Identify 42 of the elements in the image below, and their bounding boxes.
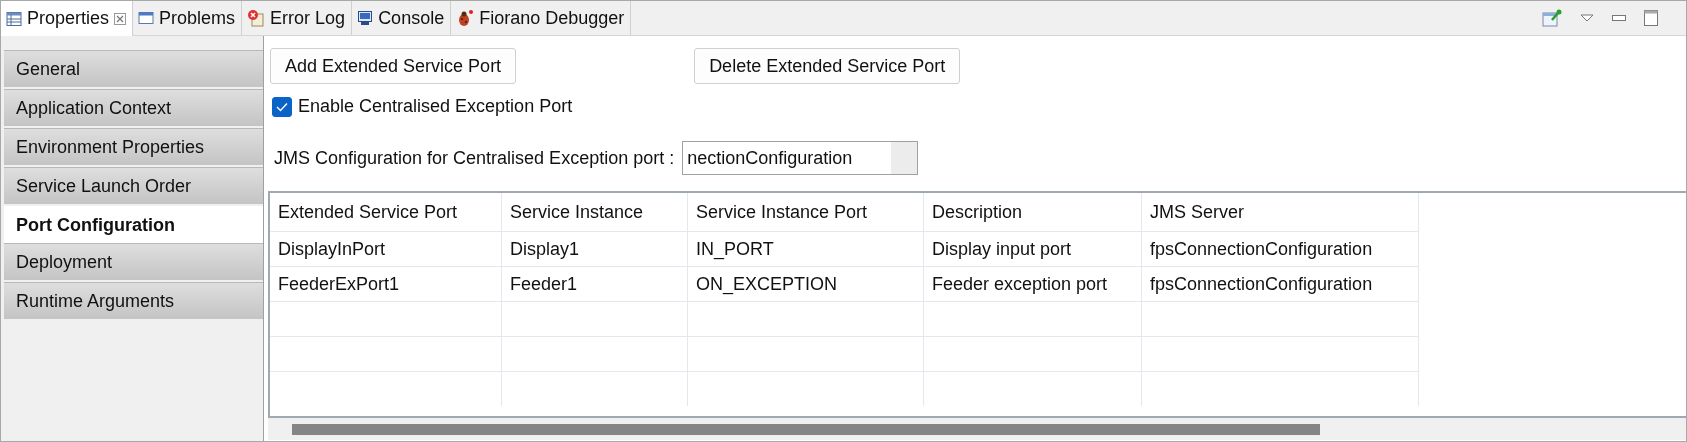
sidebar-item[interactable]: Runtime Arguments [4, 282, 263, 321]
monitor-icon [357, 10, 374, 26]
maximize-icon[interactable] [1644, 10, 1658, 26]
error-log-icon [247, 9, 266, 27]
view-tab[interactable]: Properties [1, 1, 134, 36]
table-cell: Display input port [923, 231, 1142, 267]
table-cell: ON_EXCEPTION [687, 266, 924, 302]
column-header: Extended Service Port [270, 193, 502, 232]
window-icon [138, 10, 155, 26]
table-cell: FeederExPort1 [270, 266, 502, 302]
sidebar-item[interactable]: Application Context [4, 89, 263, 128]
column-header: JMS Server [1141, 193, 1419, 232]
table-cell: Feeder exception port [923, 266, 1142, 302]
jms-configuration-field[interactable]: nectionConfiguration [682, 141, 919, 175]
delete-button[interactable]: Delete Extended Service Port [694, 48, 961, 84]
table-cell: DisplayInPort [270, 231, 502, 267]
column-header: Service Instance Port [687, 193, 924, 232]
sidebar-item[interactable]: Service Launch Order [4, 167, 263, 206]
sidebar-item[interactable]: Deployment [4, 243, 263, 282]
field-label: JMS Configuration for Centralised Exception port : [274, 147, 675, 169]
table-cell: IN_PORT [687, 231, 924, 267]
table-icon [6, 10, 22, 27]
scrollbar-thumb[interactable] [292, 423, 1320, 435]
pin-icon[interactable] [1542, 9, 1562, 27]
sidebar-item[interactable]: Port Configuration [4, 206, 263, 243]
table-cell: fpsConnectionConfiguration [1141, 231, 1419, 267]
column-header: Description [923, 193, 1142, 232]
view-menu-icon[interactable] [1580, 14, 1594, 22]
checkbox-label: Enable Centralised Exception Port [298, 96, 573, 117]
table-cell: fpsConnectionConfiguration [1141, 266, 1419, 302]
close-icon[interactable] [114, 12, 127, 25]
column-header: Service Instance [501, 193, 688, 232]
minimize-icon[interactable] [1612, 14, 1626, 22]
horizontal-scrollbar[interactable] [268, 418, 1686, 440]
checkmark-icon [276, 101, 288, 112]
sidebar-item[interactable]: Environment Properties [4, 128, 263, 167]
ladybug-icon [456, 9, 475, 27]
table-cell: Display1 [501, 231, 688, 267]
checkbox[interactable] [272, 96, 292, 117]
add-button[interactable]: Add Extended Service Port [270, 48, 517, 84]
table-cell: Feeder1 [501, 266, 688, 302]
sidebar-item[interactable]: General [4, 50, 263, 89]
